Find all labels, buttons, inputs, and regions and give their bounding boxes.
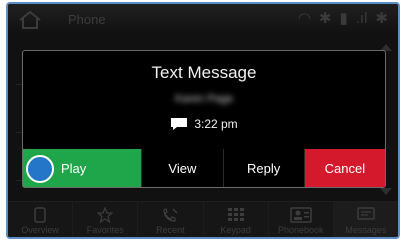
keypad-icon	[227, 208, 244, 221]
view-button-label: View	[168, 160, 197, 176]
battery-icon: ▮	[339, 10, 348, 27]
bluetooth-icon: ✱	[375, 10, 388, 27]
message-icon	[357, 207, 375, 220]
tab-phonebook[interactable]: Phonebook	[269, 202, 334, 237]
play-button-label: Play	[61, 160, 87, 176]
sender-name: Karen Page	[174, 93, 234, 105]
message-bubble-icon	[171, 118, 188, 130]
focus-indicator-icon	[26, 155, 54, 183]
tab-label: Phonebook	[278, 225, 324, 235]
phone-icon	[34, 207, 46, 223]
reply-button[interactable]: Reply	[223, 149, 305, 187]
wifi-icon: ◠	[297, 10, 311, 27]
text-message-dialog: Text Message Karen Page 3:22 pm Play Vie…	[22, 50, 386, 188]
tab-recent[interactable]: Recent	[138, 202, 204, 237]
bluetooth-icon: ✱	[318, 10, 332, 27]
dialog-title: Text Message	[151, 63, 257, 82]
tab-label: Overview	[21, 225, 59, 235]
reply-button-label: Reply	[247, 160, 281, 176]
cancel-button[interactable]: Cancel	[304, 149, 385, 187]
tab-favorites[interactable]: Favorites	[73, 202, 139, 237]
cancel-button-label: Cancel	[324, 160, 366, 176]
tab-label: Keypad	[220, 225, 251, 235]
tab-keypad[interactable]: Keypad	[204, 202, 269, 237]
message-time-row: 3:22 pm	[23, 117, 385, 131]
status-bar: Phone ◠ ✱ ▮ .ıl ✱	[8, 4, 398, 36]
tab-label: Messages	[345, 225, 387, 235]
scroll-down-icon[interactable]	[380, 188, 392, 195]
status-icons: ◠ ✱ ▮ .ıl ✱	[298, 10, 388, 28]
tab-overview[interactable]: Overview	[8, 202, 74, 237]
signal-icon: .ıl	[355, 10, 368, 27]
tab-label: Recent	[156, 225, 185, 235]
app-title: Phone	[68, 12, 106, 27]
dialog-button-bar: Play View Reply Cancel	[23, 149, 385, 187]
tab-bar: Overview Favorites Recent Keypad Phonebo…	[8, 201, 398, 237]
star-icon	[97, 207, 114, 223]
tab-messages[interactable]: Messages	[333, 202, 398, 237]
contacts-icon	[290, 207, 312, 223]
view-button[interactable]: View	[142, 149, 224, 187]
screen-frame: Phone ◠ ✱ ▮ .ıl ✱ Overview Favorites Rec…	[6, 2, 400, 239]
recent-calls-icon	[163, 208, 178, 222]
home-icon[interactable]	[18, 10, 42, 30]
play-button[interactable]: Play	[23, 149, 143, 187]
tab-label: Favorites	[86, 225, 124, 235]
message-time: 3:22 pm	[194, 117, 238, 131]
